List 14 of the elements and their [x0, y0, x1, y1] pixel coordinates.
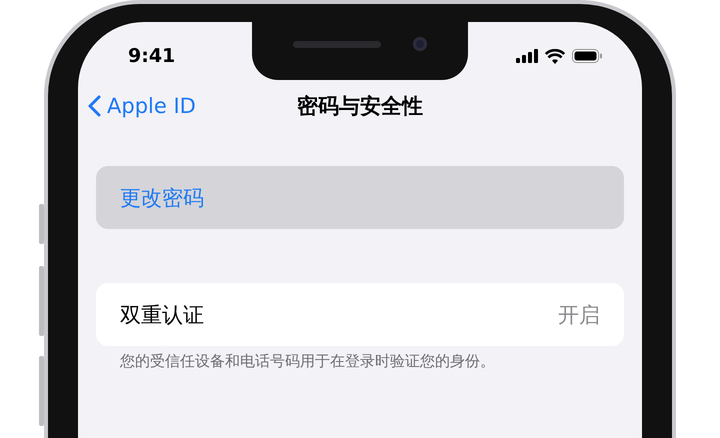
- status-time: 9:41: [128, 45, 176, 67]
- wifi-icon: [545, 48, 565, 64]
- row-label: 双重认证: [120, 302, 204, 328]
- chevron-left-icon: [88, 95, 101, 117]
- section-footer: 您的受信任设备和电话号码用于在登录时验证您的身份。: [96, 346, 624, 371]
- back-link[interactable]: Apple ID: [88, 94, 196, 118]
- battery-icon: [572, 49, 602, 63]
- nav-title: 密码与安全性: [297, 93, 423, 120]
- row-value: 开启: [558, 302, 600, 328]
- back-label: Apple ID: [107, 94, 196, 118]
- settings-row[interactable]: 更改密码: [96, 166, 624, 229]
- row-label: 更改密码: [120, 184, 204, 212]
- settings-row[interactable]: 双重认证 开启: [96, 283, 624, 346]
- signal-icon: [516, 49, 538, 63]
